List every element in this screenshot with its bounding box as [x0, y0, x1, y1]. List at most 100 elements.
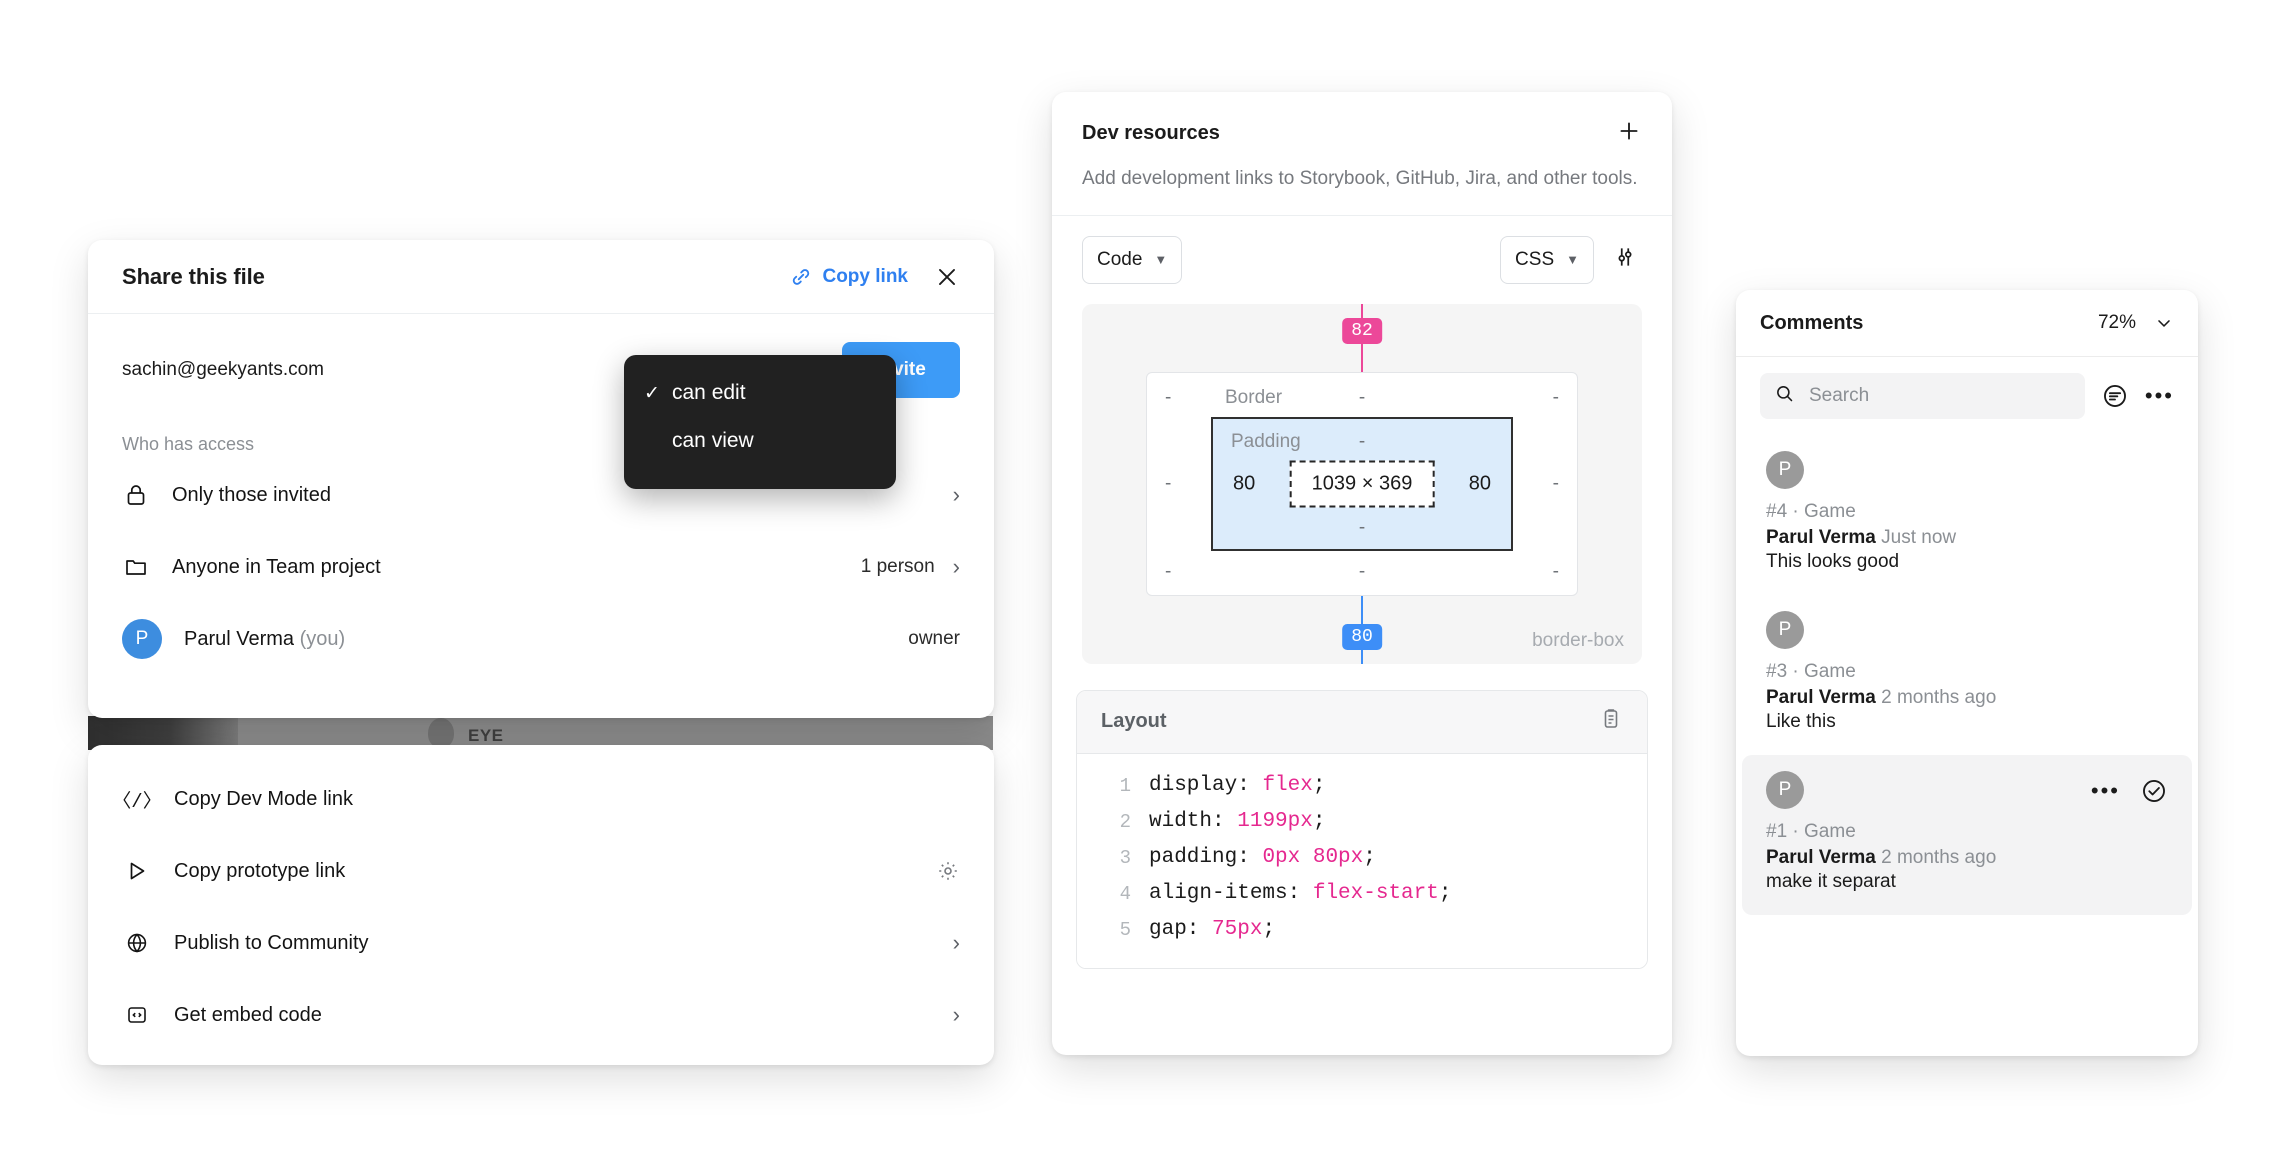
avatar: P: [1766, 771, 1804, 809]
border-dash-top-right: -: [1552, 386, 1559, 408]
permission-dropdown-menu[interactable]: ✓ can edit can view: [624, 355, 896, 489]
chevron-right-icon: ›: [952, 482, 960, 507]
gear-icon[interactable]: [936, 859, 960, 883]
chevron-right-icon: ›: [952, 554, 960, 579]
mode-select[interactable]: Code ▼: [1082, 235, 1183, 284]
comment-top-row: P: [1766, 451, 2168, 489]
dev-resources-header-row: Dev resources: [1082, 118, 1642, 149]
owner-role: owner: [908, 628, 960, 649]
comment-actions: •••: [2091, 777, 2168, 805]
code-value: 0px 80px: [1262, 846, 1364, 870]
comment-body: make it separat: [1766, 871, 1896, 892]
padding-label: Padding: [1231, 430, 1301, 452]
email-field[interactable]: sachin@geekyants.com: [122, 359, 324, 381]
code-terminator: ;: [1438, 882, 1452, 906]
code-line: 2 width: 1199px;: [1077, 804, 1647, 840]
language-select-value: CSS: [1515, 248, 1555, 270]
box-sizing-mode-label: border-box: [1532, 629, 1624, 651]
owner-you-tag: (you): [299, 627, 346, 650]
copy-link-label: Copy link: [822, 265, 908, 287]
copy-to-clipboard-icon[interactable]: [1599, 707, 1623, 736]
more-options-icon[interactable]: •••: [2091, 780, 2120, 802]
lock-icon: [122, 483, 150, 507]
dev-resources-title: Dev resources: [1082, 122, 1220, 144]
resolve-check-icon[interactable]: [2140, 777, 2168, 805]
comments-panel: Comments 72% Search ••• P #4 · Game Paru…: [1736, 290, 2198, 1056]
filter-icon[interactable]: [2101, 382, 2129, 410]
zoom-level: 72%: [2097, 312, 2136, 333]
code-terminator: ;: [1312, 810, 1326, 834]
copy-link-button[interactable]: Copy link: [790, 266, 908, 288]
box-model-bottom-badge: 80: [1342, 623, 1382, 650]
border-dash-left: -: [1165, 472, 1172, 494]
settings-sliders-icon[interactable]: [1608, 240, 1642, 279]
comment-author-name: Parul Verma: [1766, 527, 1876, 548]
dev-resources-header: Dev resources Add development links to S…: [1052, 92, 1672, 216]
comment-author-name: Parul Verma: [1766, 847, 1876, 868]
padding-right-value: 80: [1468, 472, 1491, 495]
padding-dash-bottom: -: [1358, 516, 1366, 538]
chevron-down-icon[interactable]: [2154, 313, 2174, 333]
line-number: 2: [1119, 810, 1131, 833]
code-line: 5 gap: 75px;: [1077, 912, 1647, 948]
search-input[interactable]: [1807, 384, 2071, 408]
code-value: flex: [1262, 774, 1313, 798]
dev-mode-menu: 〈/〉 Copy Dev Mode link Copy prototype li…: [88, 745, 994, 1065]
share-header-actions: Copy link: [790, 264, 960, 290]
code-property: display:: [1149, 774, 1250, 798]
box-model-padding-box: Padding - 80 80 - 1039 × 369: [1211, 416, 1513, 551]
comment-meta: #3 · Game: [1766, 661, 1856, 682]
border-dash-top-left: -: [1165, 386, 1172, 408]
code-slash-icon: 〈/〉: [112, 790, 162, 813]
comment-timestamp: 2 months ago: [1881, 687, 1997, 708]
access-row-right: 1 person ›: [861, 556, 960, 578]
comment-meta: #1 · Game: [1766, 821, 1856, 842]
embed-code-icon: [122, 1003, 152, 1027]
menu-item-copy-prototype-link[interactable]: Copy prototype link: [88, 835, 994, 907]
access-row-label: Only those invited: [172, 483, 331, 506]
add-resource-button[interactable]: [1616, 118, 1642, 149]
box-model-content-size: 1039 × 369: [1289, 460, 1435, 508]
chevron-right-icon: ›: [952, 930, 960, 955]
menu-item-publish-to-community[interactable]: Publish to Community ›: [88, 907, 994, 979]
permission-option-can-view[interactable]: can view: [624, 417, 896, 465]
menu-item-copy-dev-mode-link[interactable]: 〈/〉 Copy Dev Mode link: [88, 763, 994, 835]
chevron-down-icon: ▼: [1566, 252, 1579, 268]
permission-option-can-edit[interactable]: ✓ can edit: [624, 369, 896, 417]
padding-left-value: 80: [1233, 472, 1256, 495]
code-value: flex-start: [1312, 882, 1439, 906]
comment-body: Like this: [1766, 711, 1836, 732]
menu-item-label: Copy Dev Mode link: [174, 787, 353, 810]
code-terminator: ;: [1262, 918, 1276, 942]
padding-dash-top: -: [1358, 430, 1366, 452]
comment-author: Parul Verma 2 months ago: [1766, 687, 2168, 709]
access-row-team-project[interactable]: Anyone in Team project 1 person ›: [122, 531, 960, 603]
comment-top-row: P •••: [1766, 771, 2168, 809]
box-model-diagram: 82 80 Border - - - - - - - - Padding - 8…: [1082, 303, 1642, 664]
search-box[interactable]: [1760, 373, 2085, 419]
box-model-border-box: Border - - - - - - - - Padding - 80 80 -…: [1146, 371, 1578, 596]
access-row-right: ›: [953, 484, 960, 506]
language-select[interactable]: CSS ▼: [1500, 235, 1594, 284]
permission-option-label: can edit: [672, 381, 746, 404]
close-icon[interactable]: [934, 264, 960, 290]
more-options-icon[interactable]: •••: [2145, 385, 2174, 407]
menu-item-get-embed-code[interactable]: Get embed code ›: [88, 979, 994, 1051]
share-dialog-header: Share this file Copy link: [88, 240, 994, 314]
code-property: gap:: [1149, 918, 1200, 942]
comment-item[interactable]: P #3 · Game Parul Verma 2 months ago Lik…: [1742, 595, 2192, 755]
globe-icon: [122, 931, 152, 955]
comment-item[interactable]: P ••• #1 · Game Parul Verma 2 months ago…: [1742, 755, 2192, 915]
background-partial-text: EYE: [468, 726, 504, 745]
comment-author: Parul Verma Just now: [1766, 527, 2168, 549]
border-dash-bottom-left: -: [1165, 560, 1172, 582]
dev-resources-description: Add development links to Storybook, GitH…: [1082, 168, 1638, 189]
comment-timestamp: 2 months ago: [1881, 847, 1997, 868]
access-row-count: 1 person: [860, 556, 935, 577]
access-row-owner[interactable]: P Parul Verma (you) owner: [122, 603, 960, 675]
layout-card-title: Layout: [1101, 710, 1167, 733]
comment-item[interactable]: P #4 · Game Parul Verma Just now This lo…: [1742, 435, 2192, 595]
code-line: 4 align-items: flex-start;: [1077, 876, 1647, 912]
access-row-label: Parul Verma (you): [184, 628, 345, 651]
check-icon: ✓: [644, 382, 660, 404]
